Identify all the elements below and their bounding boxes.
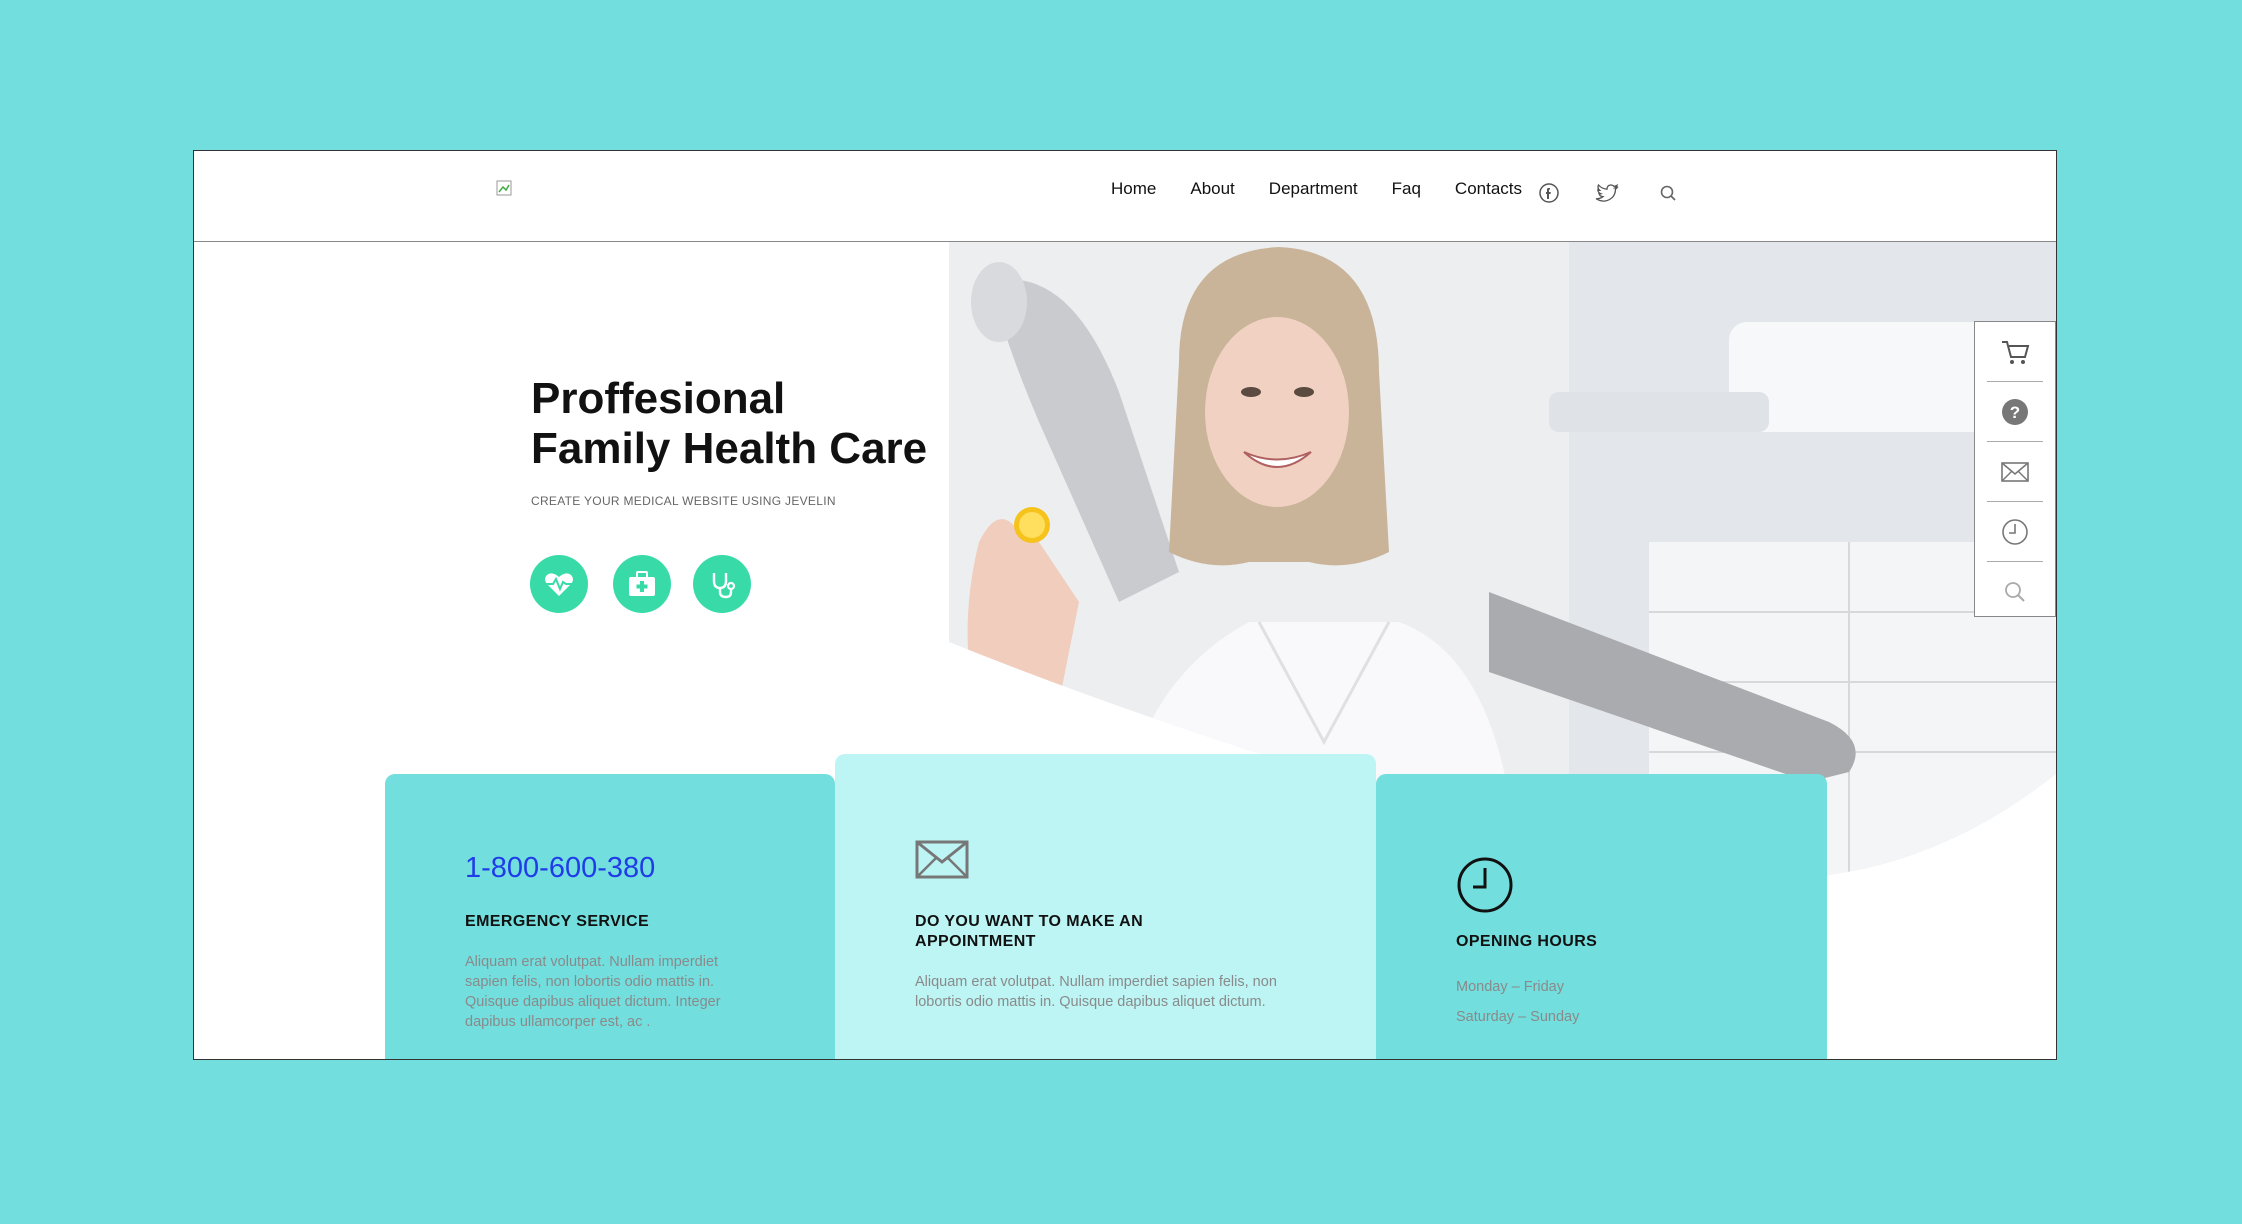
nav-department[interactable]: Department xyxy=(1269,179,1358,199)
opening-hours-card: OPENING HOURS Monday – Friday Saturday –… xyxy=(1376,774,1827,1059)
search-icon xyxy=(2005,581,2025,602)
emergency-text: Aliquam erat volutpat. Nullam imperdiet … xyxy=(465,954,721,1030)
search-icon[interactable] xyxy=(1657,181,1681,205)
nav-faq[interactable]: Faq xyxy=(1392,179,1421,199)
facebook-icon[interactable] xyxy=(1537,181,1561,205)
side-toolbar: ? xyxy=(1974,321,2056,617)
appointment-text: Aliquam erat volutpat. Nullam imperdiet … xyxy=(915,974,1277,1010)
cart-icon xyxy=(2002,340,2030,364)
nav-contacts[interactable]: Contacts xyxy=(1455,179,1522,199)
appointment-title: DO YOU WANT TO MAKE AN APPOINTMENT xyxy=(915,913,1144,950)
envelope-icon xyxy=(915,840,969,879)
browser-frame: Home About Department Faq Contacts Proff… xyxy=(193,150,2057,1060)
mail-icon xyxy=(2001,461,2029,482)
site-header: Home About Department Faq Contacts xyxy=(194,151,2056,242)
hero-title-line2: Family Health Care xyxy=(531,424,928,473)
clock-icon xyxy=(1457,857,1513,913)
heart-pulse-icon xyxy=(545,573,573,596)
hours-weekend: Saturday – Sunday xyxy=(1456,1009,1580,1025)
broken-image-icon xyxy=(496,180,512,196)
emergency-title: EMERGENCY SERVICE xyxy=(465,913,650,930)
cart-button[interactable] xyxy=(1987,322,2043,382)
phone-number[interactable]: 1-800-600-380 xyxy=(465,852,655,885)
emergency-card: 1-800-600-380 EMERGENCY SERVICE Aliquam … xyxy=(385,774,835,1059)
logo[interactable] xyxy=(496,180,512,196)
svg-text:?: ? xyxy=(2010,403,2020,422)
appointment-card: DO YOU WANT TO MAKE AN APPOINTMENT Aliqu… xyxy=(835,754,1376,1059)
help-button[interactable]: ? xyxy=(1987,382,2043,442)
hours-weekdays: Monday – Friday xyxy=(1456,979,1564,995)
stethoscope-button[interactable] xyxy=(693,555,751,613)
heart-pulse-button[interactable] xyxy=(530,555,588,613)
hero-subtitle: CREATE YOUR MEDICAL WEBSITE USING JEVELI… xyxy=(531,494,836,508)
medical-kit-icon xyxy=(629,571,655,596)
stethoscope-icon xyxy=(712,573,736,599)
sidebar-search-button[interactable] xyxy=(1987,562,2043,621)
help-icon: ? xyxy=(2002,398,2028,425)
main-nav: Home About Department Faq Contacts xyxy=(1111,179,1522,199)
mail-button[interactable] xyxy=(1987,442,2043,502)
hours-title: OPENING HOURS xyxy=(1456,933,1598,950)
nav-about[interactable]: About xyxy=(1190,179,1234,199)
nav-home[interactable]: Home xyxy=(1111,179,1156,199)
hero-title: Proffesional Family Health Care xyxy=(531,374,927,474)
clock-button[interactable] xyxy=(1987,502,2043,562)
medical-kit-button[interactable] xyxy=(613,555,671,613)
clock-icon xyxy=(2002,518,2028,545)
twitter-icon[interactable] xyxy=(1595,181,1619,205)
hero-title-line1: Proffesional xyxy=(531,374,786,423)
